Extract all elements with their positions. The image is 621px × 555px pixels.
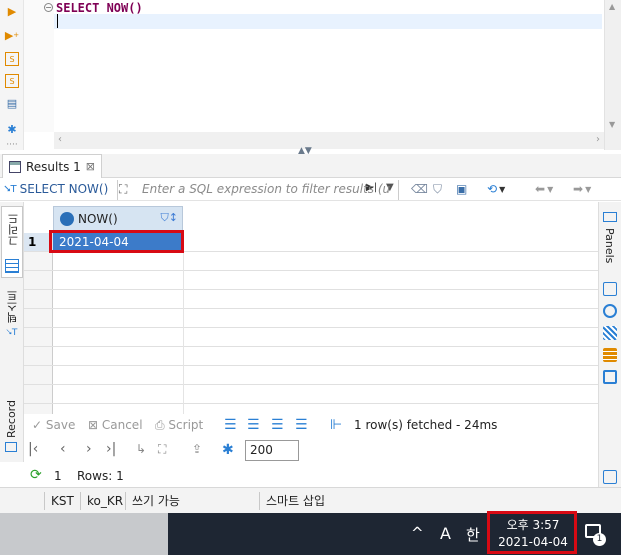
explain-plan-icon[interactable]: ▤ (5, 96, 19, 110)
settings-gear-icon[interactable]: ✱ (5, 122, 19, 136)
execute-in-new-tab-icon[interactable]: ▶ + (5, 28, 19, 42)
result-status-row: ⟳ 1 Rows: 1 (24, 465, 598, 487)
ime-korean-indicator[interactable]: 한 (466, 524, 480, 545)
filter-input[interactable]: Enter a SQL expression to filter results… (117, 180, 399, 200)
value-viewer-icon[interactable] (603, 304, 617, 318)
fetch-next-icon[interactable]: ↳ (136, 442, 146, 456)
execute-script-icon[interactable]: S (5, 52, 19, 66)
scroll-up-icon[interactable]: ▲ (609, 2, 615, 11)
column-header-label: NOW() (78, 212, 118, 226)
copy-row-icon[interactable]: ☰ (271, 417, 284, 433)
fetch-all-icon[interactable]: ⛶ (158, 442, 166, 457)
locale-status: ko_KR (80, 492, 123, 510)
status-bar: KST ko_KR 쓰기 가능 스마트 삽입 (0, 487, 621, 513)
more-dots-icon[interactable]: ···· (5, 138, 19, 152)
scroll-left-icon[interactable]: ‹ (58, 134, 62, 145)
tab-results-1[interactable]: Results 1 ⊠ (2, 154, 102, 178)
insert-mode-status: 스마트 삽입 (259, 492, 325, 510)
ime-mode-letter[interactable]: A (440, 524, 451, 543)
save-button[interactable]: ✓ Save (32, 418, 75, 432)
current-line-highlight (54, 14, 602, 29)
add-row-icon[interactable]: ☰ (247, 417, 260, 433)
rows-count: Rows: 1 (77, 469, 124, 483)
sql-query-text[interactable]: SELECT NOW() (56, 1, 143, 15)
next-page-icon[interactable]: › (86, 441, 92, 457)
sql-text-icon: ⭨T (4, 183, 17, 195)
scroll-down-icon[interactable]: ▼ (609, 120, 615, 129)
refresh-dropdown-icon[interactable]: ⟲ ▼ (487, 182, 505, 196)
editor-gutter (24, 0, 54, 132)
filter-settings-icon[interactable]: ⛉ (433, 182, 442, 197)
save-filter-icon[interactable]: ▣ (456, 182, 467, 196)
row-number-column (24, 233, 53, 414)
cancel-button[interactable]: ⊠ Cancel (88, 418, 143, 432)
execute-script-new-tab-icon[interactable]: S (5, 74, 19, 88)
editor-toolbar: ▶ ▶ + S S ▤ ✱ ···· (0, 0, 24, 150)
column-header-now[interactable]: NOW() ⛉↕ (53, 206, 183, 232)
close-tab-icon[interactable]: ⊠ (86, 160, 95, 173)
fold-toggle-icon[interactable]: − (44, 3, 53, 12)
notification-badge: 1 (593, 533, 606, 546)
tab-text[interactable]: 텍스트 ⭨T (1, 286, 23, 346)
edit-toolbar: ✓ Save ⊠ Cancel ⎙ Script ☰ ☰ ☰ ☰ ⊩ 1 row… (24, 415, 598, 437)
grid-icon (5, 259, 19, 273)
tab-record[interactable]: Record (1, 398, 23, 460)
grouping-icon[interactable] (603, 348, 617, 362)
editor-vertical-scrollbar[interactable]: ▲ ▼ (604, 0, 621, 150)
delete-row-icon[interactable]: ☰ (295, 417, 308, 433)
tab-grid-label: 그리드 (7, 213, 20, 246)
timezone-status: KST (44, 492, 74, 510)
refresh-icon[interactable]: ⟳ (30, 467, 42, 483)
query-label[interactable]: ⭨T SELECT NOW() (4, 182, 108, 196)
editor-horizontal-scrollbar[interactable]: ‹ › (54, 132, 604, 149)
refresh-count: 1 (54, 469, 62, 483)
tab-grid[interactable]: 그리드 (1, 206, 23, 278)
script-button[interactable]: ⎙ Script (155, 418, 203, 433)
panels-icon[interactable] (603, 212, 617, 222)
clock-type-icon (60, 212, 74, 226)
aggregate-icon[interactable] (603, 282, 617, 296)
sort-filter-icon[interactable]: ⛉↕ (161, 211, 178, 225)
execute-statement-icon[interactable]: ▶ (5, 4, 19, 18)
edit-row-icon[interactable]: ☰ (224, 417, 237, 433)
tab-record-label: Record (5, 400, 18, 439)
export-icon[interactable]: ⇪ (192, 442, 202, 456)
forward-nav-icon[interactable]: ➡ ▼ (573, 182, 591, 196)
writable-status: 쓰기 가능 (125, 492, 180, 510)
panels-label[interactable]: Panels (603, 228, 616, 263)
tab-text-label: 텍스트 (6, 290, 19, 323)
highlight-box-result (49, 230, 184, 253)
table-icon (9, 160, 21, 173)
fetch-status: 1 row(s) fetched - 24ms (354, 418, 498, 432)
text-view-icon: ⭨T (6, 328, 18, 338)
fetch-size-input[interactable]: 200 (245, 440, 299, 461)
first-page-icon[interactable]: |‹ (28, 441, 38, 457)
navigation-toolbar: |‹ ‹ › ›| ↳ ⛶ ⇪ ✱ (24, 440, 598, 462)
scroll-right-icon[interactable]: › (596, 134, 600, 145)
back-nav-icon[interactable]: ⬅ ▼ (535, 182, 553, 196)
tab-label: Results 1 (26, 159, 81, 174)
taskbar-app-area[interactable] (0, 513, 168, 555)
fetch-info-icon: ⊩ (330, 417, 343, 433)
layout-icon[interactable] (603, 470, 617, 484)
view-switcher: 그리드 텍스트 ⭨T Record (0, 202, 24, 462)
metadata-icon[interactable] (603, 326, 617, 340)
fetch-size-gear-icon[interactable]: ✱ (222, 442, 234, 458)
last-page-icon[interactable]: ›| (106, 441, 116, 457)
eraser-icon[interactable]: ⌫ (411, 182, 428, 196)
prev-page-icon[interactable]: ‹ (60, 441, 66, 457)
highlight-box-clock (487, 511, 577, 554)
panels-sidebar: Panels (598, 202, 621, 492)
references-icon[interactable] (603, 370, 617, 384)
show-hidden-icons-chevron[interactable]: ^ (411, 524, 424, 542)
text-caret (57, 14, 58, 28)
record-icon (5, 442, 17, 452)
